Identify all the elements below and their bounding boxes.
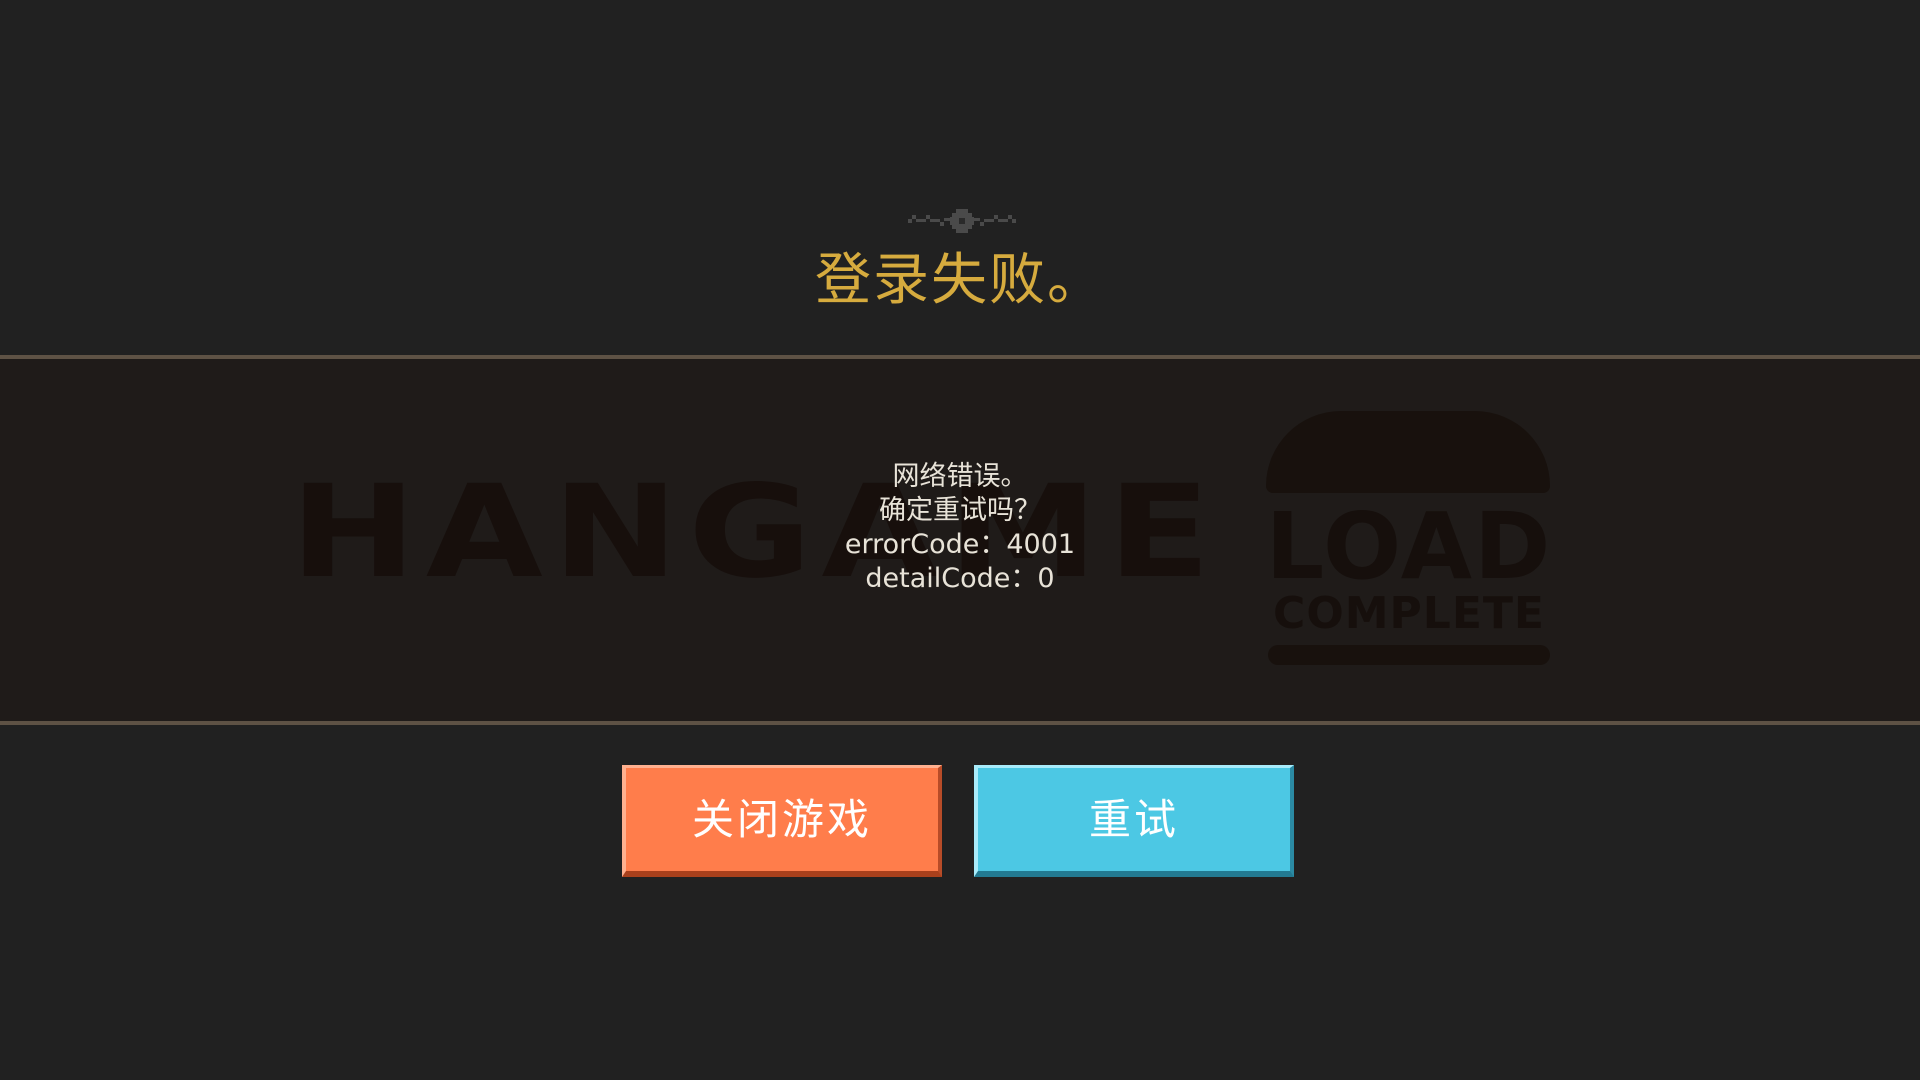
dialog-title: 登录失败。 [815,248,1105,313]
message-band: HANGAME LOAD COMPLETE 网络错误。 确定重试吗？ error… [0,355,1920,725]
burger-bun-bottom-shape [1268,645,1550,665]
retry-button[interactable]: 重试 [974,765,1294,877]
error-message: 网络错误。 确定重试吗？ errorCode：4001 detailCode：0 [0,460,1920,596]
ornament-icon [908,209,1016,233]
complete-logo-text: COMPLETE [1273,588,1545,639]
message-line-error-code: errorCode：4001 [844,529,1076,560]
message-line-network-error: 网络错误。 [892,461,1028,492]
login-failed-screen: 登录失败。 HANGAME LOAD COMPLETE 网络错误。 确定重试吗？… [0,0,1920,1080]
close-game-button[interactable]: 关闭游戏 [622,765,942,877]
message-line-retry-question: 确定重试吗？ [879,495,1041,526]
message-line-detail-code: detailCode：0 [865,563,1055,594]
